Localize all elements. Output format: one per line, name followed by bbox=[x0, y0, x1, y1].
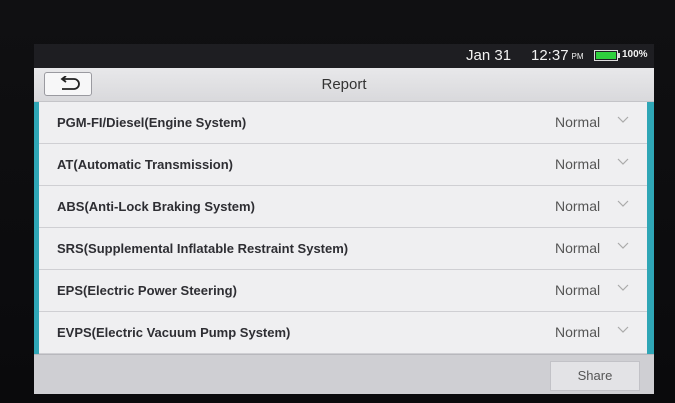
system-name: ABS(Anti-Lock Braking System) bbox=[57, 199, 255, 214]
report-row[interactable]: ABS(Anti-Lock Braking System) Normal bbox=[39, 186, 647, 228]
system-name: EPS(Electric Power Steering) bbox=[57, 283, 237, 298]
return-arrow-icon bbox=[60, 76, 80, 90]
share-button[interactable]: Share bbox=[550, 361, 640, 391]
report-row[interactable]: EPS(Electric Power Steering) Normal bbox=[39, 270, 647, 312]
chevron-down-icon[interactable] bbox=[617, 158, 629, 166]
system-status: Normal bbox=[555, 282, 601, 298]
system-name: PGM-FI/Diesel(Engine System) bbox=[57, 115, 247, 130]
report-row[interactable]: AT(Automatic Transmission) Normal bbox=[39, 144, 647, 186]
status-bar: Jan 31 12:37 PM 100% bbox=[34, 44, 654, 68]
back-button[interactable] bbox=[44, 72, 92, 96]
status-date: Jan 31 bbox=[466, 47, 512, 64]
battery-fill bbox=[596, 52, 616, 59]
system-name: EVPS(Electric Vacuum Pump System) bbox=[57, 325, 291, 340]
chevron-down-icon[interactable] bbox=[617, 116, 629, 124]
page-title: Report bbox=[321, 76, 367, 93]
system-status: Normal bbox=[555, 240, 601, 256]
status-ampm: PM bbox=[571, 52, 584, 61]
chevron-down-icon[interactable] bbox=[617, 242, 629, 250]
battery-tip bbox=[618, 53, 620, 58]
title-bar: Report bbox=[34, 68, 654, 102]
status-clock: 12:37 bbox=[531, 47, 569, 64]
system-status: Normal bbox=[555, 198, 601, 214]
list-accent-left bbox=[34, 102, 39, 354]
system-status: Normal bbox=[555, 114, 601, 130]
tablet-screen: Jan 31 12:37 PM 100% Report PGM-FI/Diesel… bbox=[34, 44, 654, 394]
battery-icon bbox=[594, 50, 618, 61]
battery-percent: 100% bbox=[622, 49, 648, 60]
report-row[interactable]: PGM-FI/Diesel(Engine System) Normal bbox=[39, 102, 647, 144]
footer-bar: Share bbox=[34, 354, 654, 394]
system-status: Normal bbox=[555, 156, 601, 172]
chevron-down-icon[interactable] bbox=[617, 326, 629, 334]
report-list: PGM-FI/Diesel(Engine System) Normal AT(A… bbox=[34, 102, 654, 354]
chevron-down-icon[interactable] bbox=[617, 284, 629, 292]
chevron-down-icon[interactable] bbox=[617, 200, 629, 208]
list-scrollbar[interactable] bbox=[647, 102, 654, 354]
system-name: SRS(Supplemental Inflatable Restraint Sy… bbox=[57, 241, 349, 256]
system-name: AT(Automatic Transmission) bbox=[57, 157, 234, 172]
report-row[interactable]: EVPS(Electric Vacuum Pump System) Normal bbox=[39, 312, 647, 354]
system-status: Normal bbox=[555, 324, 601, 340]
status-time: 12:37 PM bbox=[531, 47, 584, 64]
report-row[interactable]: SRS(Supplemental Inflatable Restraint Sy… bbox=[39, 228, 647, 270]
